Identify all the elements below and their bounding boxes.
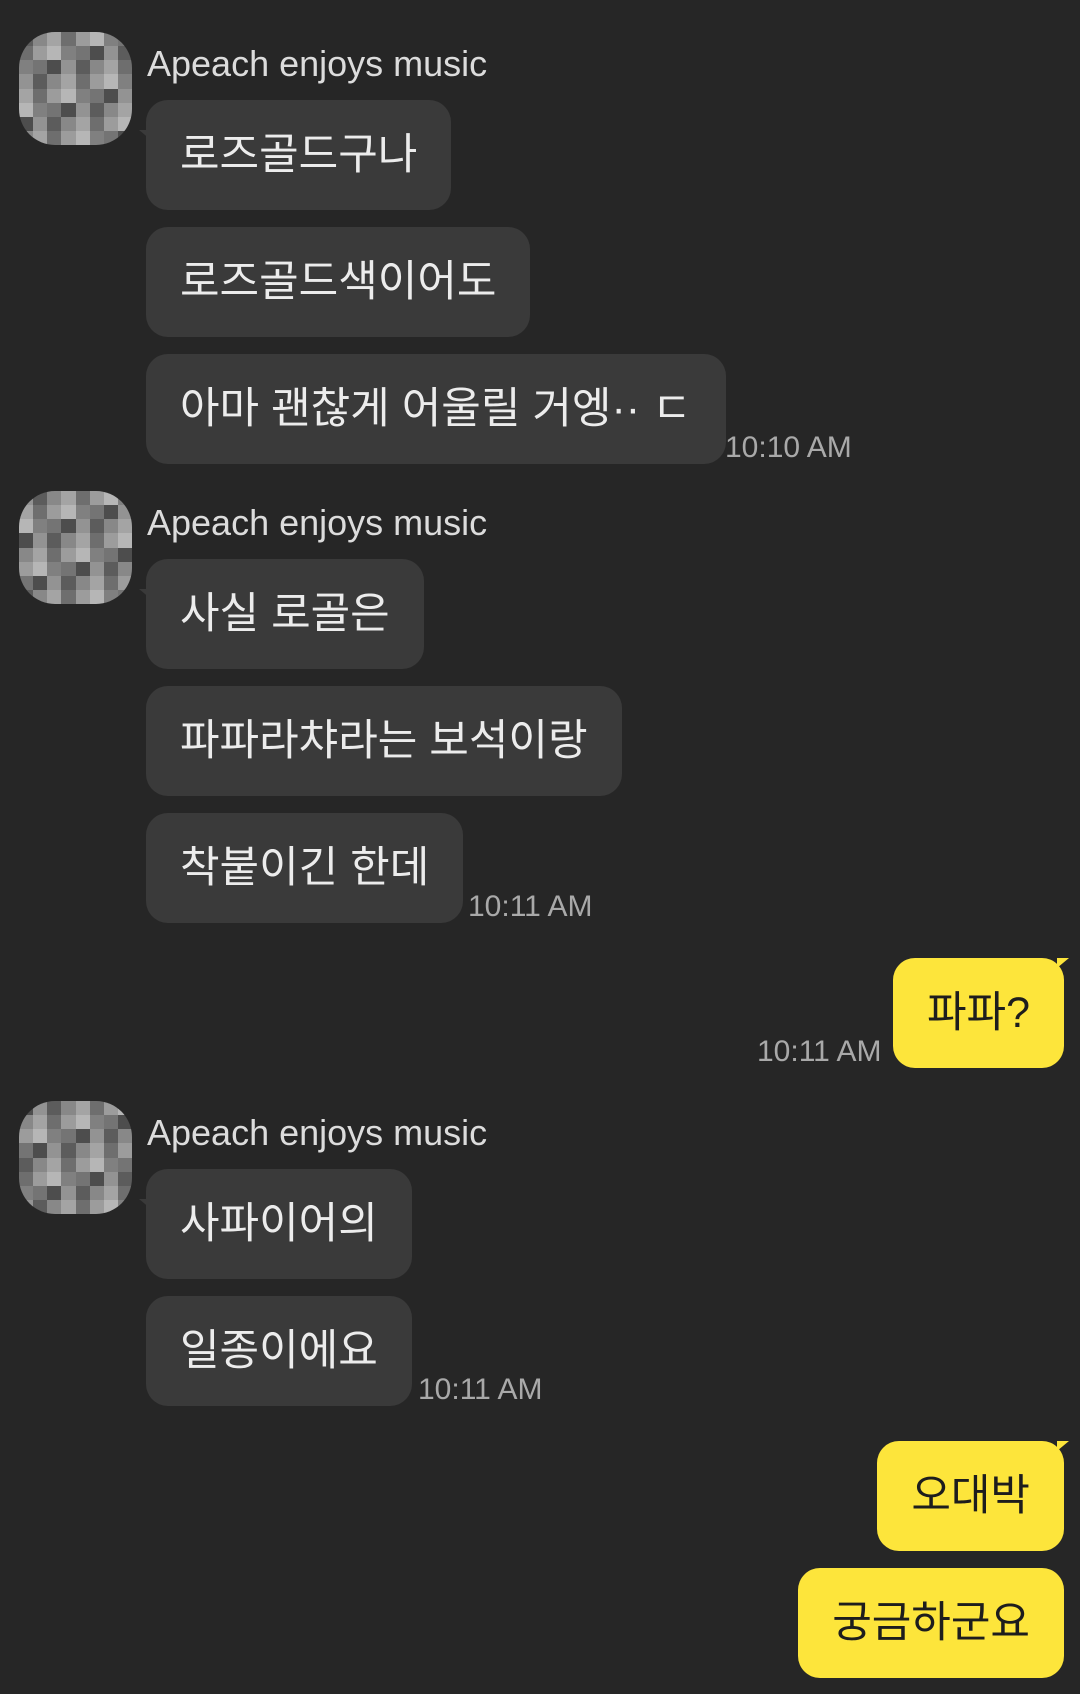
message-bubble[interactable]: 사실 로골은 <box>146 559 424 669</box>
avatar[interactable] <box>19 491 132 604</box>
timestamp: 10:11 AM <box>468 890 593 923</box>
timestamp: 10:11 AM <box>418 1373 543 1406</box>
sender-name: Apeach enjoys music <box>147 502 488 543</box>
message-bubble[interactable]: 파파라챠라는 보석이랑 <box>146 686 622 796</box>
message-bubble-outgoing[interactable]: 파파? <box>892 958 1064 1068</box>
timestamp: 10:10 AM <box>725 431 852 464</box>
message-bubble[interactable]: 착붙이긴 한데 <box>146 813 464 923</box>
message-bubble[interactable]: 아마 괜찮게 어울릴 거엥·· ㄷ <box>146 354 726 464</box>
timestamp: 10:11 AM <box>757 1035 882 1068</box>
message-bubble[interactable]: 일종이에요 <box>146 1296 412 1406</box>
avatar[interactable] <box>19 1101 132 1214</box>
message-bubble[interactable]: 로즈골드색이어도 <box>146 227 531 337</box>
message-bubble-outgoing[interactable]: 오대박 <box>877 1441 1064 1551</box>
message-bubble[interactable]: 로즈골드구나 <box>146 100 452 210</box>
sender-name: Apeach enjoys music <box>147 1112 488 1153</box>
message-bubble-outgoing[interactable]: 궁금하군요 <box>798 1568 1064 1678</box>
sender-name: Apeach enjoys music <box>147 43 488 84</box>
message-bubble[interactable]: 사파이어의 <box>146 1169 412 1279</box>
avatar[interactable] <box>19 32 132 145</box>
